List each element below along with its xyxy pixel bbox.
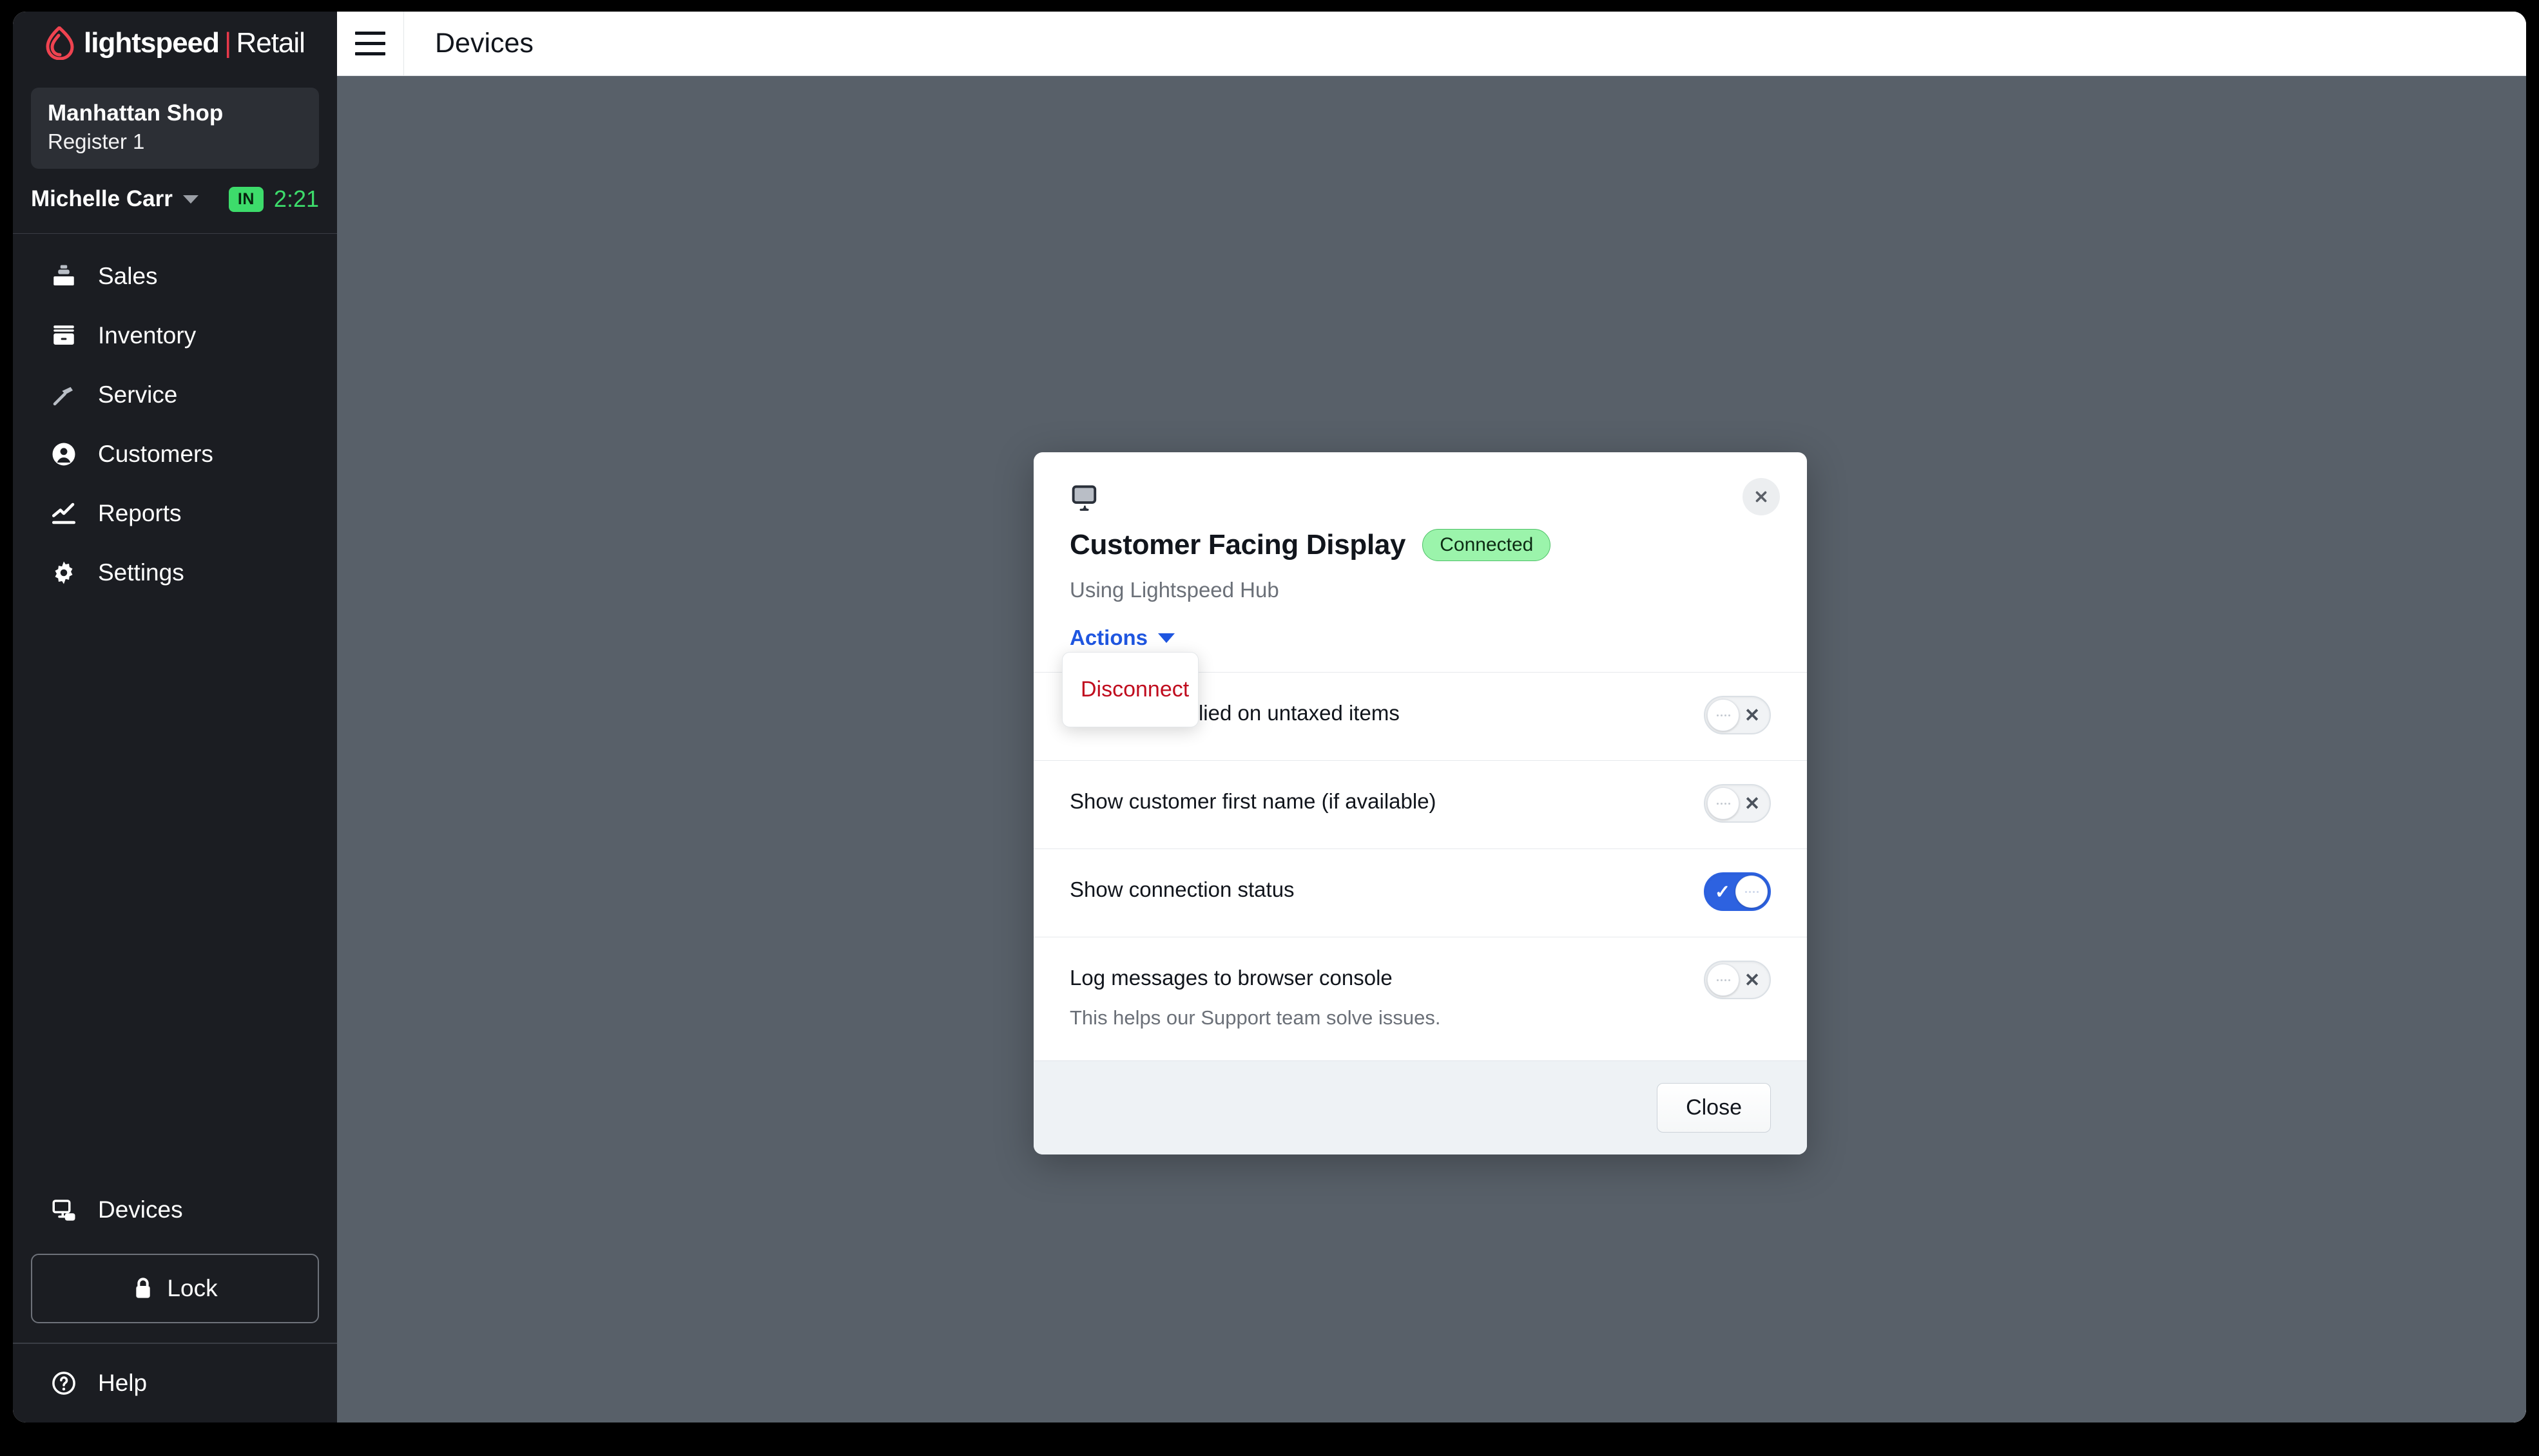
option-label: Log messages to browser console xyxy=(1070,966,1393,990)
toggle-show-tax-applied[interactable]: ✕ xyxy=(1704,696,1771,734)
lock-icon xyxy=(132,1276,154,1301)
sidebar-nav: Sales Inventory Service Customers Report… xyxy=(13,234,337,602)
status-badge: Connected xyxy=(1422,529,1551,561)
check-icon: ✓ xyxy=(1714,881,1731,903)
lightspeed-flame-icon xyxy=(45,26,75,61)
chevron-down-icon xyxy=(1158,633,1175,643)
shop-selector[interactable]: Manhattan Shop Register 1 xyxy=(31,88,319,169)
option-label: Show customer first name (if available) xyxy=(1070,789,1436,813)
cfd-settings-modal: Customer Facing Display Connected Using … xyxy=(1034,452,1807,1154)
sidebar-item-customers[interactable]: Customers xyxy=(13,425,337,484)
sidebar-item-label: Customers xyxy=(98,441,213,468)
inventory-box-icon xyxy=(49,321,79,350)
hammer-icon xyxy=(49,380,79,410)
lock-button[interactable]: Lock xyxy=(31,1254,319,1323)
modal-title: Customer Facing Display xyxy=(1070,529,1406,560)
clock-in-status: IN 2:21 xyxy=(228,186,319,213)
toggle-show-customer-first-name[interactable]: ✕ xyxy=(1704,784,1771,823)
user-circle-icon xyxy=(49,439,79,469)
menu-item-disconnect[interactable]: Disconnect xyxy=(1063,668,1198,711)
toggle-knob xyxy=(1735,876,1768,908)
lock-button-label: Lock xyxy=(167,1275,218,1301)
chevron-down-icon xyxy=(182,195,198,204)
sidebar-item-label: Sales xyxy=(98,263,158,290)
x-icon: ✕ xyxy=(1744,793,1761,814)
sidebar-item-label: Service xyxy=(98,381,178,408)
x-icon: ✕ xyxy=(1744,705,1761,726)
user-menu[interactable]: Michelle Carr IN 2:21 xyxy=(31,179,319,219)
toggle-knob xyxy=(1707,787,1739,819)
option-help-text: This helps our Support team solve issues… xyxy=(1070,1006,1441,1029)
sidebar-item-label: Help xyxy=(98,1370,148,1396)
option-row: Show connection status ✓ xyxy=(1034,848,1807,937)
sidebar-item-service[interactable]: Service xyxy=(13,365,337,425)
monitor-icon xyxy=(49,1195,79,1225)
actions-label: Actions xyxy=(1070,626,1148,649)
cash-register-icon xyxy=(49,262,79,291)
sidebar-item-label: Reports xyxy=(98,500,182,527)
modal-subtitle: Using Lightspeed Hub xyxy=(1070,578,1279,602)
modal-header: Customer Facing Display Connected Using … xyxy=(1034,452,1807,672)
brand-logo: lightspeed | Retail xyxy=(13,12,337,75)
option-row: Show customer first name (if available) … xyxy=(1034,760,1807,848)
sidebar-item-help[interactable]: Help xyxy=(13,1344,337,1422)
top-bar: Devices xyxy=(337,12,2526,76)
line-chart-icon xyxy=(49,499,79,528)
toggle-show-connection-status[interactable]: ✓ xyxy=(1704,872,1771,911)
shift-timer: 2:21 xyxy=(273,186,319,213)
monitor-icon xyxy=(1070,482,1771,519)
user-name: Michelle Carr xyxy=(31,186,173,212)
option-label: Show connection status xyxy=(1070,877,1295,901)
sidebar-item-inventory[interactable]: Inventory xyxy=(13,306,337,365)
sidebar-item-sales[interactable]: Sales xyxy=(13,247,337,306)
close-icon[interactable] xyxy=(1743,478,1780,515)
option-row: Log messages to browser console This hel… xyxy=(1034,937,1807,1060)
sidebar-item-settings[interactable]: Settings xyxy=(13,543,337,602)
sidebar-item-devices[interactable]: Devices xyxy=(13,1180,337,1240)
sidebar: lightspeed | Retail Manhattan Shop Registe… xyxy=(13,12,337,1422)
sidebar-item-label: Devices xyxy=(98,1196,183,1223)
close-button[interactable]: Close xyxy=(1657,1082,1771,1133)
brand-text: lightspeed | Retail xyxy=(84,27,305,59)
register-name: Register 1 xyxy=(48,129,145,153)
sidebar-item-reports[interactable]: Reports xyxy=(13,484,337,543)
app-window: lightspeed | Retail Manhattan Shop Registe… xyxy=(13,12,2526,1422)
status-badge: IN xyxy=(228,186,264,212)
toggle-knob xyxy=(1707,964,1739,996)
sidebar-item-label: Inventory xyxy=(98,322,197,349)
gear-icon xyxy=(49,558,79,588)
shop-name: Manhattan Shop xyxy=(48,101,224,126)
actions-dropdown-trigger[interactable]: Actions xyxy=(1070,626,1175,650)
brand-product: Retail xyxy=(236,27,305,59)
brand-name: lightspeed xyxy=(84,27,220,59)
question-circle-icon xyxy=(49,1368,79,1398)
page-title: Devices xyxy=(435,28,534,59)
toggle-knob xyxy=(1707,699,1739,731)
actions-dropdown-menu: Disconnect xyxy=(1062,652,1199,727)
brand-separator: | xyxy=(224,27,231,59)
hamburger-icon[interactable] xyxy=(337,12,404,76)
modal-footer: Close xyxy=(1034,1060,1807,1154)
sidebar-item-label: Settings xyxy=(98,559,184,586)
sidebar-footer: Devices Lock Help xyxy=(13,1180,337,1422)
toggle-log-messages[interactable]: ✕ xyxy=(1704,961,1771,999)
x-icon: ✕ xyxy=(1744,970,1761,991)
